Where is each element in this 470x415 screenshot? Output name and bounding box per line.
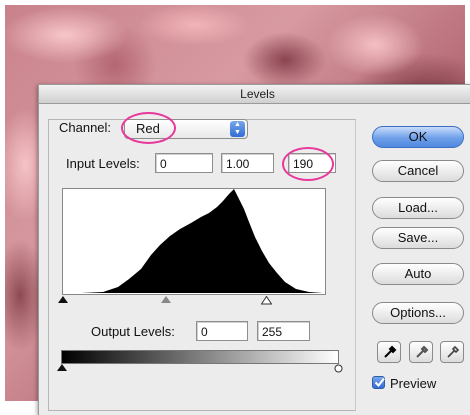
histogram-graph [81, 189, 323, 293]
eyedropper-white-icon [447, 345, 460, 358]
input-black-field[interactable]: 0 [155, 153, 213, 173]
output-slider[interactable] [57, 364, 344, 374]
channel-label: Channel: [59, 120, 112, 135]
auto-button[interactable]: Auto [372, 263, 464, 285]
output-white-slider-handle[interactable] [333, 364, 344, 373]
input-white-field[interactable]: 190 [288, 153, 336, 173]
ok-button[interactable]: OK [372, 126, 464, 148]
white-eyedropper-button[interactable] [440, 341, 464, 363]
output-black-field[interactable]: 0 [196, 321, 248, 341]
preview-label: Preview [390, 376, 437, 391]
input-black-slider-handle[interactable] [58, 296, 68, 303]
histogram [62, 188, 326, 295]
options-button[interactable]: Options... [372, 302, 464, 324]
channel-select[interactable]: Red ▲ ▼ [124, 119, 248, 139]
input-white-slider-handle[interactable] [261, 296, 272, 305]
output-white-field[interactable]: 255 [257, 321, 310, 341]
cancel-button[interactable]: Cancel [372, 160, 464, 182]
load-button[interactable]: Load... [372, 197, 464, 219]
output-gradient-bar [61, 350, 339, 364]
black-eyedropper-button[interactable] [377, 341, 401, 363]
channel-select-value: Red [136, 121, 160, 136]
input-gamma-slider-handle[interactable] [161, 296, 171, 303]
gray-eyedropper-button[interactable] [409, 341, 433, 363]
input-levels-label: Input Levels: [66, 156, 140, 171]
preview-checkbox[interactable] [372, 376, 385, 389]
input-slider[interactable] [58, 296, 328, 306]
eyedropper-black-icon [384, 345, 397, 358]
histogram-shape [81, 189, 323, 293]
eyedropper-gray-icon [416, 345, 429, 358]
save-button[interactable]: Save... [372, 227, 464, 249]
output-levels-label: Output Levels: [91, 324, 175, 339]
dialog-title: Levels [39, 85, 470, 104]
checkmark-icon [374, 377, 385, 388]
output-black-slider-handle[interactable] [57, 364, 67, 371]
select-arrows-icon: ▲ ▼ [230, 121, 245, 137]
input-gamma-field[interactable]: 1.00 [221, 153, 274, 173]
